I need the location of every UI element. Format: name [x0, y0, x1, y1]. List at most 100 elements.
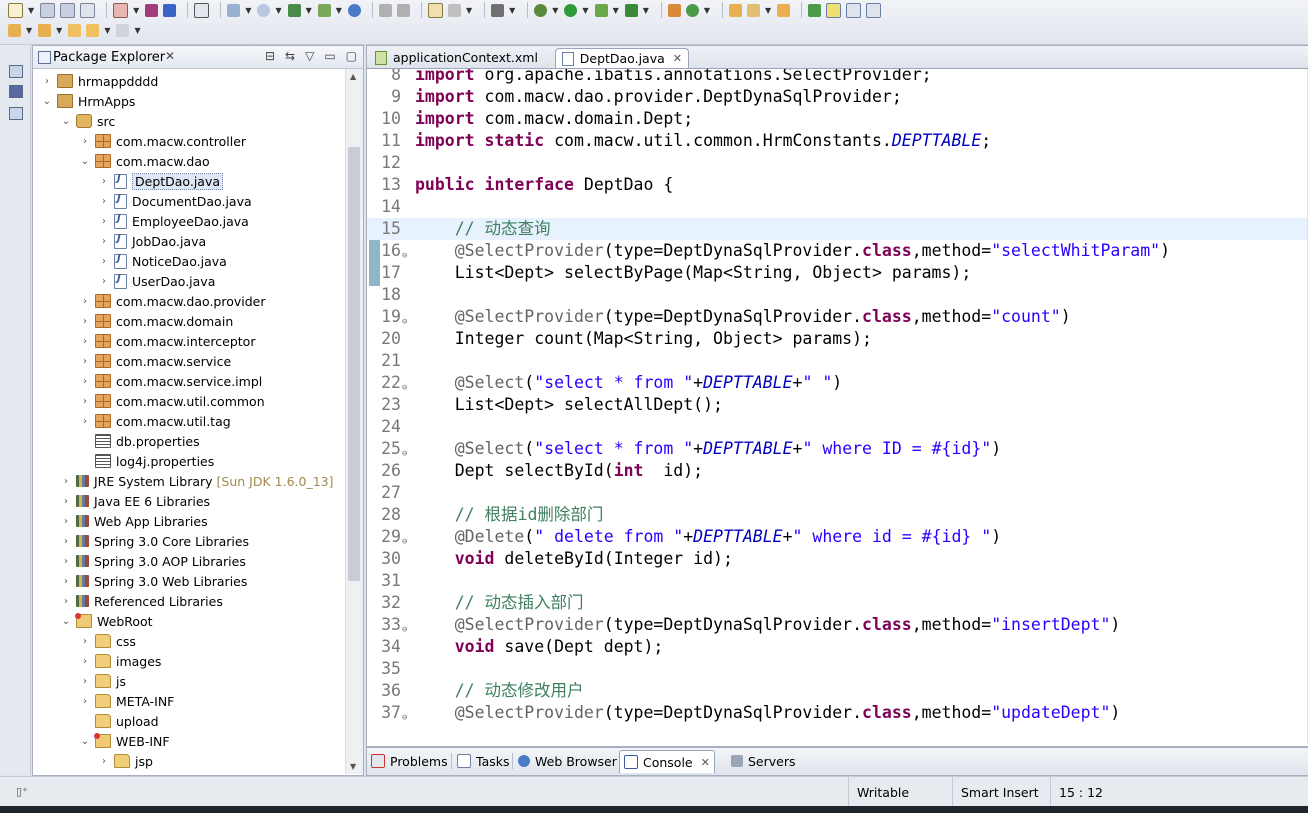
expand-twisty-icon[interactable]: ›: [79, 636, 91, 647]
show-whitespace-icon[interactable]: [866, 2, 882, 18]
open-resource-icon[interactable]: [447, 3, 461, 17]
hierarchy-icon[interactable]: [9, 85, 23, 98]
run-coverage-icon[interactable]: [594, 3, 608, 17]
toggle-icon[interactable]: [396, 3, 410, 17]
open-type-icon[interactable]: [427, 2, 443, 18]
chevron-down-icon[interactable]: ▼: [104, 26, 110, 35]
camera-icon[interactable]: [491, 3, 505, 17]
collapse-twisty-icon[interactable]: ⌄: [79, 736, 91, 747]
expand-twisty-icon[interactable]: ›: [79, 316, 91, 327]
tree-item[interactable]: › EmployeeDao.java: [98, 211, 249, 231]
tree-item[interactable]: › com.macw.service: [79, 351, 231, 371]
outline-icon[interactable]: [9, 107, 23, 120]
collapse-twisty-icon[interactable]: ⌄: [60, 616, 72, 627]
tree-item[interactable]: › hrmappdddd: [41, 71, 158, 91]
close-icon[interactable]: ✕: [165, 49, 175, 63]
tree-item[interactable]: › css: [79, 631, 136, 651]
chevron-down-icon[interactable]: ▼: [336, 6, 342, 15]
expand-twisty-icon[interactable]: ›: [98, 176, 110, 187]
tree-item[interactable]: log4j.properties: [79, 451, 214, 471]
chevron-down-icon[interactable]: ▼: [509, 6, 515, 15]
code-line[interactable]: 20 Integer count(Map<String, Object> par…: [367, 328, 1307, 350]
external-tools-icon[interactable]: [624, 3, 638, 17]
code-line[interactable]: 36 // 动态修改用户: [367, 680, 1307, 702]
code-line[interactable]: 30 void deleteById(Integer id);: [367, 548, 1307, 570]
tree-item[interactable]: › META-INF: [79, 691, 174, 711]
open-folder-icon[interactable]: [729, 3, 743, 17]
forward-icon[interactable]: [116, 23, 130, 37]
code-line[interactable]: 8 import org.apache.ibatis.annotations.Se…: [367, 69, 1307, 86]
tree-item[interactable]: › com.macw.util.common: [79, 391, 265, 411]
tree-item[interactable]: ⌄ WEB-INF: [79, 731, 170, 751]
pin-icon[interactable]: [378, 3, 392, 17]
minimize-icon[interactable]: ▭: [324, 49, 335, 63]
code-line[interactable]: 26 Dept selectById(int id);: [367, 460, 1307, 482]
code-line[interactable]: 23 List<Dept> selectAllDept();: [367, 394, 1307, 416]
tree-item[interactable]: › NoticeDao.java: [98, 251, 227, 271]
tree-item[interactable]: › Web App Libraries: [60, 511, 208, 531]
expand-twisty-icon[interactable]: ›: [98, 236, 110, 247]
tree-item[interactable]: ⌄ WebRoot: [60, 611, 153, 631]
chevron-down-icon[interactable]: ▼: [552, 6, 558, 15]
tree-item[interactable]: db.properties: [79, 431, 200, 451]
scroll-down-icon[interactable]: ▼: [350, 762, 356, 771]
tree-item[interactable]: › JobDao.java: [98, 231, 206, 251]
refresh-icon[interactable]: [685, 3, 699, 17]
tree-item[interactable]: › Spring 3.0 Web Libraries: [60, 571, 247, 591]
code-line[interactable]: 22 ⊖ @Select("select * from "+DEPTTABLE+"…: [367, 372, 1307, 394]
link-with-editor-icon[interactable]: ⇆: [285, 49, 295, 63]
expand-twisty-icon[interactable]: ›: [98, 756, 110, 767]
code-line[interactable]: 14: [367, 196, 1307, 218]
run-icon[interactable]: [564, 3, 578, 17]
code-line[interactable]: 37 ⊖ @SelectProvider(type=DeptDynaSqlProv…: [367, 702, 1307, 724]
chevron-down-icon[interactable]: ▼: [466, 6, 472, 15]
tree-item[interactable]: upload: [79, 711, 159, 731]
expand-twisty-icon[interactable]: ›: [79, 376, 91, 387]
tree-item[interactable]: › JRE System Library [Sun JDK 1.6.0_13]: [60, 471, 334, 491]
fast-view-icon[interactable]: ▯⁺: [16, 785, 28, 798]
code-line[interactable]: 13 public interface DeptDao {: [367, 174, 1307, 196]
chevron-down-icon[interactable]: ▼: [643, 6, 649, 15]
expand-twisty-icon[interactable]: ›: [60, 516, 72, 527]
collapse-all-icon[interactable]: ⊟: [265, 49, 275, 63]
expand-twisty-icon[interactable]: ›: [98, 196, 110, 207]
chevron-down-icon[interactable]: ▼: [133, 6, 139, 15]
tree-item[interactable]: › Referenced Libraries: [60, 591, 223, 611]
code-line[interactable]: 32 // 动态插入部门: [367, 592, 1307, 614]
close-icon[interactable]: ✕: [673, 52, 682, 65]
package-deploy-icon[interactable]: [163, 3, 177, 17]
new-server-icon[interactable]: [113, 2, 129, 18]
code-line[interactable]: 10 import com.macw.domain.Dept;: [367, 108, 1307, 130]
chevron-down-icon[interactable]: ▼: [704, 6, 710, 15]
tree-item[interactable]: › com.macw.dao.provider: [79, 291, 266, 311]
tree-item[interactable]: › Java EE 6 Libraries: [60, 491, 210, 511]
expand-twisty-icon[interactable]: ›: [60, 476, 72, 487]
new-class-icon[interactable]: [287, 3, 301, 17]
chevron-down-icon[interactable]: ▼: [765, 6, 771, 15]
expand-twisty-icon[interactable]: ›: [79, 696, 91, 707]
tab-servers[interactable]: Servers: [731, 750, 796, 772]
close-icon[interactable]: ✕: [701, 756, 710, 769]
expand-twisty-icon[interactable]: ›: [79, 336, 91, 347]
tree-item[interactable]: › DeptDao.java: [98, 171, 224, 191]
expand-twisty-icon[interactable]: ›: [41, 76, 53, 87]
tree-item[interactable]: › com.macw.service.impl: [79, 371, 262, 391]
spring-icon[interactable]: [194, 2, 210, 18]
deploy-icon[interactable]: [145, 3, 159, 17]
expand-twisty-icon[interactable]: ›: [79, 356, 91, 367]
tree-item[interactable]: › js: [79, 671, 126, 691]
collapse-twisty-icon[interactable]: ⌄: [41, 96, 53, 107]
code-line[interactable]: 29 ⊖ @Delete(" delete from "+DEPTTABLE+" …: [367, 526, 1307, 548]
tree-item[interactable]: ⌄ com.macw.dao: [79, 151, 210, 171]
tree-item[interactable]: ⌄ src: [60, 111, 115, 131]
search-icon[interactable]: [257, 3, 271, 17]
fold-toggle-icon[interactable]: ⊖: [402, 707, 407, 729]
tree-item[interactable]: › images: [79, 651, 161, 671]
pencil-icon[interactable]: [747, 3, 761, 17]
tree-item[interactable]: › com.macw.controller: [79, 131, 246, 151]
expand-twisty-icon[interactable]: ›: [98, 216, 110, 227]
print-icon[interactable]: [80, 2, 96, 18]
chevron-down-icon[interactable]: ▼: [28, 6, 34, 15]
tab-problems[interactable]: Problems: [371, 750, 448, 772]
expand-twisty-icon[interactable]: ›: [79, 656, 91, 667]
